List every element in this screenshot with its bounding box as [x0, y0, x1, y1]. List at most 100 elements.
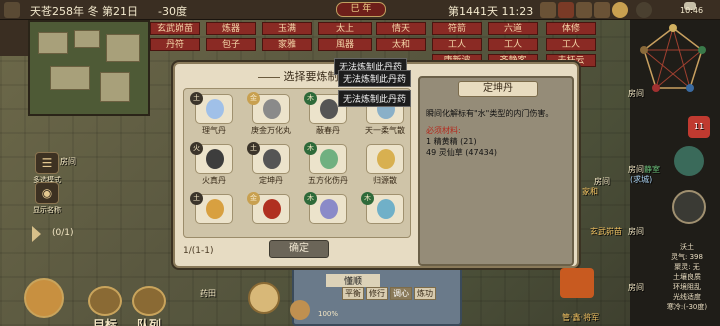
tile-stats: 沃土 灵气: 398 聚灵: 无 土壤良质 环境阻乱 光线适度 寒冷:(-30度…: [657, 242, 717, 312]
building-label[interactable]: 符箭: [432, 22, 482, 35]
multi-select-button[interactable]: ☰ 多选模式: [32, 152, 62, 185]
element-badge: 火: [190, 142, 203, 155]
status-text: 懂顺: [326, 274, 381, 287]
pause-icon[interactable]: [558, 2, 574, 18]
building-label[interactable]: 体修: [546, 22, 596, 35]
herb-field-label: 药田: [200, 289, 216, 298]
pill-icon: [320, 99, 338, 119]
minimap-room: [38, 32, 68, 54]
building-label[interactable]: 工人: [432, 38, 482, 51]
building-label[interactable]: 玄武峁苗: [150, 22, 200, 35]
day-counter: 第1441天 11:23: [448, 5, 534, 18]
element-badge: 木: [304, 92, 317, 105]
recipe-name: 天一柔气散: [365, 126, 405, 135]
target-button[interactable]: 目标: [88, 286, 122, 326]
building-label[interactable]: 丹符: [150, 38, 200, 51]
lotus-icon[interactable]: [612, 2, 628, 18]
tab-practice[interactable]: 炼功: [414, 287, 436, 300]
pagination: 1/(1-1): [183, 246, 214, 256]
five-elements-diagram[interactable]: [640, 24, 706, 96]
side-tag-label: (求城): [630, 175, 653, 184]
taiji-icon[interactable]: [674, 146, 704, 176]
room-label: 房间: [628, 227, 644, 236]
recipe-grid: 土理气丹 金庚金万化丸 木蔽春丹 天一柔气散 火火真丹 土定坤丹 木五方化伤丹 …: [190, 92, 405, 240]
confirm-button[interactable]: 确定: [269, 240, 329, 258]
building-label[interactable]: 太和: [376, 38, 426, 51]
building-label[interactable]: 情天: [376, 22, 426, 35]
orange-play-button[interactable]: [560, 268, 594, 298]
xuanwu-label: 玄武峁苗: [590, 227, 622, 236]
minimap-room: [100, 72, 130, 102]
gear-icon[interactable]: [290, 300, 310, 320]
recipe-name: 火真丹: [202, 176, 226, 185]
pill-icon: [263, 99, 281, 119]
recipe-name: 理气丹: [202, 126, 226, 135]
pill-icon: [206, 149, 224, 169]
detail-body: 瞬间化解标有"水"类型的内门伤害。 必须材料: 1 精黄精 (21) 49 灵仙…: [426, 108, 568, 158]
recipe-slot[interactable]: 金: [247, 192, 295, 240]
gear-icon[interactable]: [636, 2, 652, 18]
temperature: -30度: [158, 5, 187, 18]
stat-line: 沃土: [680, 243, 694, 251]
fast-forward-icon[interactable]: [594, 2, 610, 18]
recipe-name: 定坤丹: [259, 176, 283, 185]
pill-icon: [377, 149, 395, 169]
menu-icon[interactable]: [4, 2, 20, 18]
tooltip: 无法炼制此丹药: [338, 90, 412, 107]
recipe-slot[interactable]: 木: [304, 192, 352, 240]
minimap[interactable]: [28, 20, 150, 116]
recipe-slot[interactable]: 归源散: [361, 144, 409, 190]
element-badge: 金: [247, 192, 260, 205]
real-clock: 10:46: [680, 6, 704, 15]
building-label[interactable]: 工人: [488, 38, 538, 51]
recipe-list: 土理气丹 金庚金万化丸 木蔽春丹 天一柔气散 火火真丹 土定坤丹 木五方化伤丹 …: [183, 88, 411, 238]
material-2: 49 灵仙草 (47434): [426, 148, 497, 157]
building-label[interactable]: 玉满: [262, 22, 312, 35]
room-label: 房间: [60, 157, 76, 166]
season-badge[interactable]: 巳 年: [336, 2, 386, 17]
stat-line: 环境阻乱: [673, 283, 701, 291]
recipe-name: 归源散: [373, 176, 397, 185]
element-badge: 木: [304, 192, 317, 205]
building-label[interactable]: 風器: [318, 38, 372, 51]
team-label: 队列: [136, 318, 161, 326]
eye-icon: ◉: [35, 182, 59, 204]
building-label[interactable]: 六道: [488, 22, 538, 35]
recipe-slot[interactable]: 木五方化伤丹: [304, 142, 352, 190]
recipe-slot[interactable]: 土理气丹: [190, 92, 238, 140]
materials-title: 必须材料:: [426, 126, 461, 135]
building-label[interactable]: 工人: [546, 38, 596, 51]
recipe-slot[interactable]: 火火真丹: [190, 142, 238, 190]
tooltip: 无法炼制此丹药: [338, 70, 412, 87]
gourd-button[interactable]: [24, 278, 64, 318]
recipe-slot[interactable]: 木: [361, 192, 409, 240]
detail-header: 定坤丹: [458, 81, 538, 97]
detail-panel: 定坤丹 瞬间化解标有"水"类型的内门伤害。 必须材料: 1 精黄精 (21) 4…: [418, 76, 574, 266]
pill-icon: [263, 199, 281, 219]
tab-balance[interactable]: 平衡: [342, 287, 364, 300]
detail-description: 瞬间化解标有"水"类型的内门伤害。: [426, 109, 554, 118]
element-badge: 土: [247, 142, 260, 155]
recipe-slot[interactable]: 金庚金万化丸: [247, 92, 295, 140]
back-button[interactable]: [672, 190, 706, 224]
character-avatar[interactable]: [248, 282, 280, 314]
speed-up-icon[interactable]: [576, 2, 592, 18]
game-date: 天苍258年 冬 第21日: [30, 5, 138, 18]
building-label[interactable]: 家雅: [262, 38, 312, 51]
page-count: (0/1): [52, 228, 74, 238]
recipe-slot-selected[interactable]: 土定坤丹: [247, 142, 295, 190]
team-button[interactable]: 队列: [132, 286, 166, 326]
speed-icon[interactable]: [540, 2, 556, 18]
show-names-button[interactable]: ◉ 显示名称: [32, 182, 62, 215]
building-label[interactable]: 太上: [318, 22, 372, 35]
minimap-tab[interactable]: [0, 20, 28, 56]
percent-label: 100%: [318, 310, 339, 318]
building-label[interactable]: 包子: [206, 38, 256, 51]
gourd-icon: [24, 278, 64, 318]
tab-cultivate[interactable]: 修行: [366, 287, 388, 300]
building-label[interactable]: 炼器: [206, 22, 256, 35]
tab-mind[interactable]: 调心: [390, 287, 412, 300]
stat-line: 聚灵: 无: [674, 263, 700, 271]
recipe-slot[interactable]: 土: [190, 192, 238, 240]
play-arrow-icon[interactable]: [32, 226, 41, 242]
